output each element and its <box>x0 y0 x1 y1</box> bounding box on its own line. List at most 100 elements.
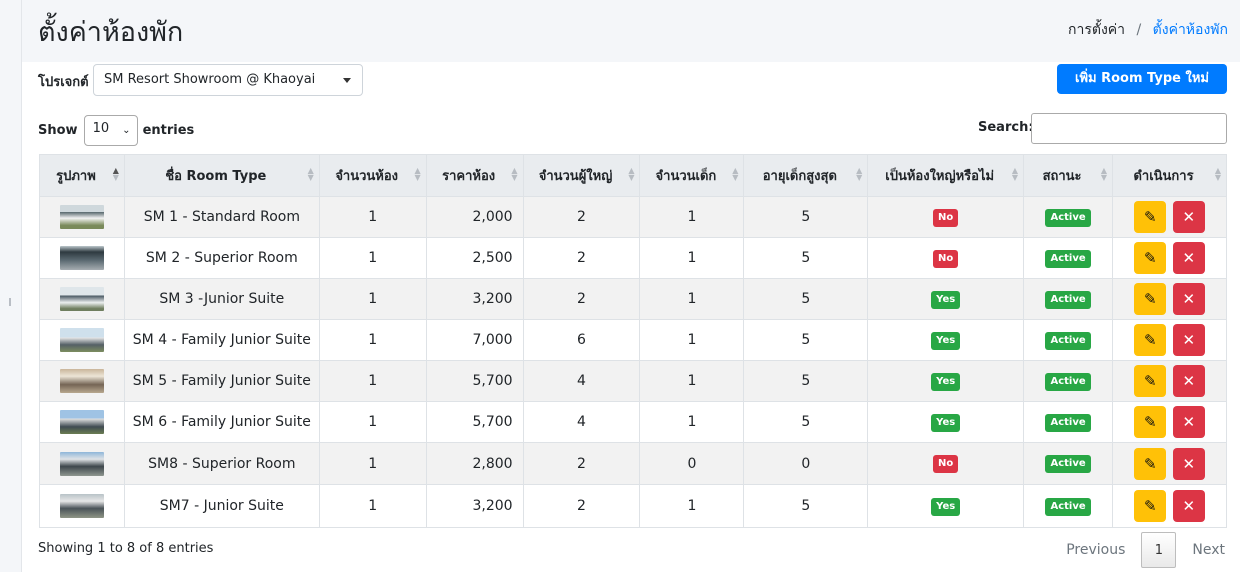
delete-button[interactable]: ✕ <box>1172 201 1205 233</box>
sort-arrows-icon: ▲ ▼ <box>511 166 518 182</box>
breadcrumb-settings-link[interactable]: การตั้งค่า <box>1068 22 1125 38</box>
column-header-rooms[interactable]: จำนวนห้อง ▲ ▼ <box>318 154 427 197</box>
show-label: Show <box>38 123 78 138</box>
edit-button[interactable]: ✎ <box>1134 324 1167 356</box>
chevron-down-icon: ⌄ <box>122 125 131 136</box>
x-icon: ✕ <box>1182 290 1196 308</box>
column-header-children[interactable]: จำนวนเด็ก ▲ ▼ <box>639 154 745 197</box>
child-count: 1 <box>639 360 745 402</box>
large-room-cell: Yes <box>867 319 1025 361</box>
room-thumbnail[interactable] <box>59 246 104 270</box>
edit-button[interactable]: ✎ <box>1134 201 1167 233</box>
room-count: 1 <box>318 442 427 485</box>
room-thumbnail[interactable] <box>59 328 104 352</box>
delete-button[interactable]: ✕ <box>1172 324 1205 356</box>
search-input[interactable] <box>1031 113 1227 144</box>
child-count: 1 <box>639 484 745 528</box>
adult-count: 4 <box>522 360 641 402</box>
delete-button[interactable]: ✕ <box>1172 406 1205 438</box>
page-1-button[interactable]: 1 <box>1141 532 1177 568</box>
large-room-cell: Yes <box>867 484 1025 528</box>
room-price: 7,000 <box>425 319 524 361</box>
table-row: SM 4 - Family Junior Suite 1 7,000 6 1 5… <box>39 319 1227 361</box>
edit-button[interactable]: ✎ <box>1134 283 1167 315</box>
room-type-name: SM8 - Superior Room <box>123 442 320 485</box>
large-room-cell: No <box>867 442 1025 485</box>
delete-button[interactable]: ✕ <box>1172 490 1205 522</box>
large-room-badge: No <box>933 455 959 473</box>
column-header-name[interactable]: ชื่อ Room Type ▲ ▼ <box>123 154 320 197</box>
room-thumbnail[interactable] <box>59 410 104 434</box>
delete-button[interactable]: ✕ <box>1172 365 1205 397</box>
edit-button[interactable]: ✎ <box>1134 242 1167 274</box>
edit-button[interactable]: ✎ <box>1134 365 1167 397</box>
large-room-badge: Yes <box>931 372 961 391</box>
edit-button[interactable]: ✎ <box>1134 490 1167 522</box>
table-row: SM8 - Superior Room 1 2,800 2 0 0 No Act… <box>39 442 1227 485</box>
sidebar-handle[interactable] <box>9 298 11 306</box>
column-header-price[interactable]: ราคาห้อง ▲ ▼ <box>425 154 524 197</box>
max-child-age: 5 <box>743 401 869 443</box>
actions-cell: ✎ ✕ <box>1112 237 1227 279</box>
entries-select-value: 10 <box>92 121 110 136</box>
large-room-cell: No <box>867 196 1025 238</box>
child-count: 1 <box>639 319 745 361</box>
max-child-age: 5 <box>743 237 869 279</box>
room-price: 2,500 <box>425 237 524 279</box>
room-image-cell <box>39 196 125 238</box>
room-thumbnail[interactable] <box>59 494 104 518</box>
next-page-button[interactable]: Next <box>1176 542 1227 558</box>
breadcrumb-room-settings[interactable]: ตั้งค่าห้องพัก <box>1153 22 1228 38</box>
large-room-badge: Yes <box>931 290 961 309</box>
pencil-icon: ✎ <box>1143 497 1157 515</box>
add-room-type-button[interactable]: เพิ่ม Room Type ใหม่ <box>1057 64 1227 94</box>
actions-cell: ✎ ✕ <box>1112 196 1227 238</box>
column-header-status[interactable]: สถานะ ▲ ▼ <box>1023 154 1114 197</box>
room-image-cell <box>39 401 125 443</box>
status-badge: Active <box>1045 208 1091 227</box>
room-count: 1 <box>318 360 427 402</box>
delete-button[interactable]: ✕ <box>1172 242 1205 274</box>
x-icon: ✕ <box>1182 208 1196 226</box>
project-select[interactable]: SM Resort Showroom @ Khaoyai <box>93 64 363 96</box>
previous-page-button[interactable]: Previous <box>1050 542 1141 558</box>
column-header-label: สถานะ <box>1042 169 1082 184</box>
column-header-image[interactable]: รูปภาพ ▲ ▼ <box>39 154 125 197</box>
column-header-actions[interactable]: ดำเนินการ ▲ ▼ <box>1112 154 1227 197</box>
edit-button[interactable]: ✎ <box>1134 406 1167 438</box>
column-header-adults[interactable]: จำนวนผู้ใหญ่ ▲ ▼ <box>522 154 641 197</box>
search-label: Search: <box>978 120 1034 135</box>
room-price: 2,800 <box>425 442 524 485</box>
entries-length-control: Show 10 ⌄ entries <box>38 115 194 146</box>
breadcrumb: การตั้งค่า / ตั้งค่าห้องพัก <box>1068 19 1228 41</box>
room-count: 1 <box>318 401 427 443</box>
room-count: 1 <box>318 319 427 361</box>
status-badge: Active <box>1045 455 1091 473</box>
edit-button[interactable]: ✎ <box>1134 447 1167 480</box>
room-thumbnail[interactable] <box>59 451 104 476</box>
child-count: 1 <box>639 196 745 238</box>
child-count: 0 <box>639 442 745 485</box>
x-icon: ✕ <box>1182 372 1196 390</box>
room-type-name: SM 5 - Family Junior Suite <box>123 360 320 402</box>
room-thumbnail[interactable] <box>59 287 104 311</box>
column-header-label: ดำเนินการ <box>1133 169 1194 184</box>
column-header-max-child-age[interactable]: อายุเด็กสูงสุด ▲ ▼ <box>743 154 869 197</box>
sort-arrows-icon: ▲ ▼ <box>307 166 314 182</box>
actions-cell: ✎ ✕ <box>1112 278 1227 320</box>
delete-button[interactable]: ✕ <box>1172 283 1205 315</box>
room-thumbnail[interactable] <box>59 205 104 229</box>
adult-count: 2 <box>522 278 641 320</box>
room-type-name: SM 2 - Superior Room <box>123 237 320 279</box>
status-cell: Active <box>1023 278 1114 320</box>
pencil-icon: ✎ <box>1143 413 1157 431</box>
adult-count: 6 <box>522 319 641 361</box>
delete-button[interactable]: ✕ <box>1172 447 1205 480</box>
status-cell: Active <box>1023 319 1114 361</box>
room-type-name: SM 6 - Family Junior Suite <box>123 401 320 443</box>
column-header-large-room[interactable]: เป็นห้องใหญ่หรือไม่ ▲ ▼ <box>867 154 1025 197</box>
pencil-icon: ✎ <box>1143 331 1157 349</box>
x-icon: ✕ <box>1182 331 1196 349</box>
entries-select[interactable]: 10 ⌄ <box>83 115 138 146</box>
room-thumbnail[interactable] <box>59 369 104 393</box>
